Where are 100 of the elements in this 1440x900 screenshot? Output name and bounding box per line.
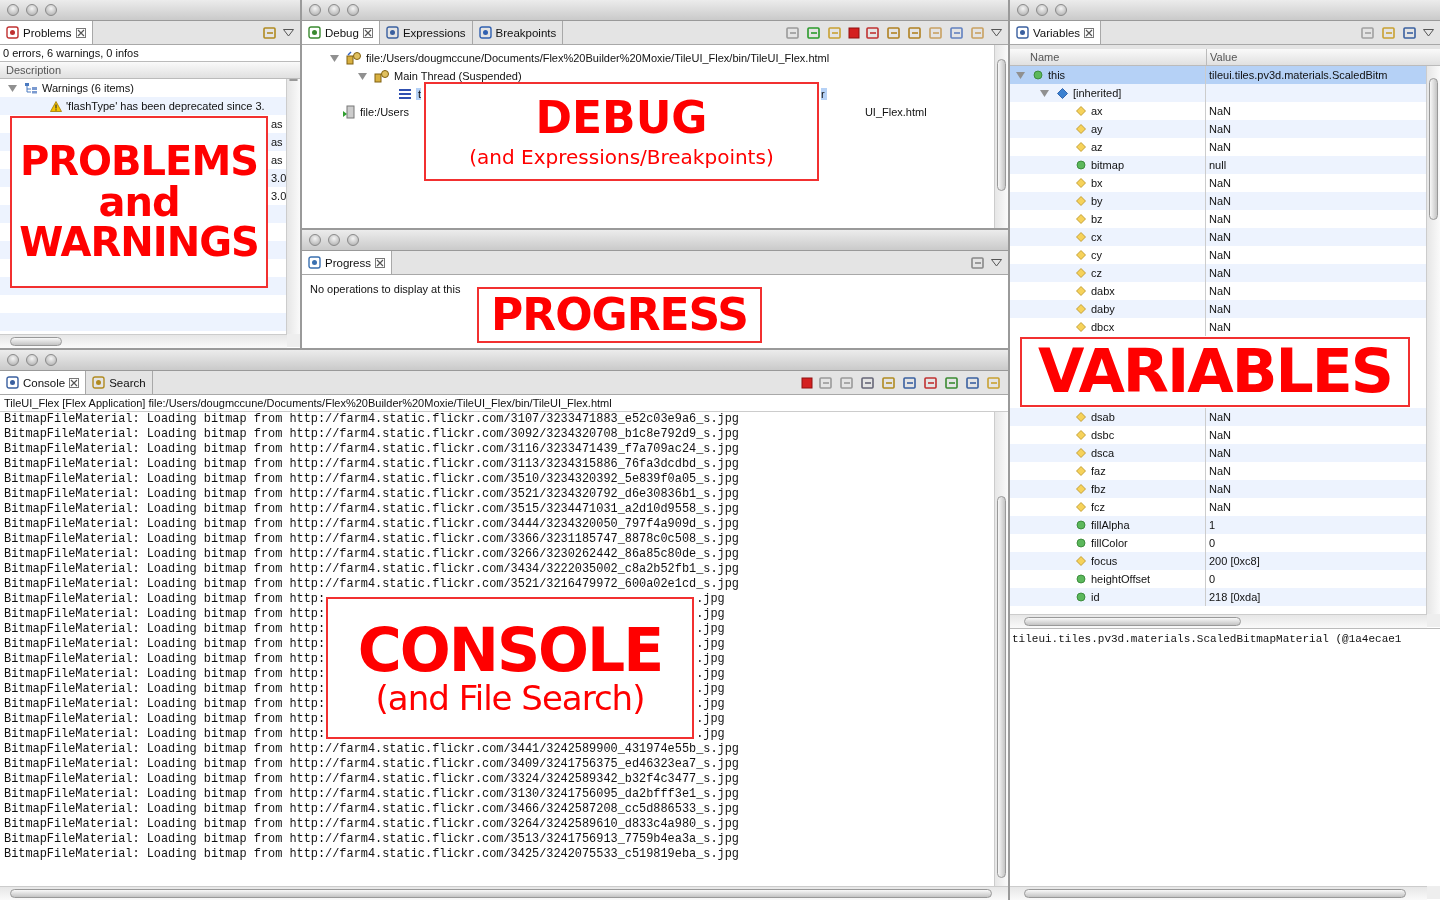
window-zoom-button[interactable] <box>347 234 359 246</box>
variable-name: ax <box>1091 105 1103 117</box>
variable-row[interactable]: id 218 [0xda] <box>1010 588 1426 606</box>
view-menu-icon[interactable] <box>991 258 1002 267</box>
view-tab[interactable]: Debug <box>302 21 380 44</box>
variable-row[interactable]: this tileui.tiles.pv3d.materials.ScaledBitm <box>1010 66 1426 84</box>
view-menu-icon[interactable] <box>1423 28 1434 37</box>
expanded-arrow-icon[interactable] <box>8 83 17 93</box>
window-zoom-button[interactable] <box>1055 4 1067 16</box>
window-minimize-button[interactable] <box>1036 4 1048 16</box>
window-minimize-button[interactable] <box>328 4 340 16</box>
debug-tree-item[interactable]: file:/Users/dougmccune/Documents/Flex%20Builder%20Moxie/TileUI_Flex/bin/TileUI_Flex.html <box>366 52 830 64</box>
vertical-scrollbar[interactable] <box>286 79 300 334</box>
close-icon[interactable] <box>362 27 373 38</box>
tree-group-icon <box>24 82 38 94</box>
scroll-thumb[interactable] <box>10 337 62 346</box>
variable-name: dbcx <box>1091 321 1115 333</box>
horizontal-scrollbar[interactable] <box>1010 614 1427 628</box>
variable-row[interactable]: ay NaN <box>1010 120 1426 138</box>
window-minimize-button[interactable] <box>26 4 38 16</box>
close-icon[interactable] <box>75 27 86 38</box>
view-menu-icon[interactable] <box>283 28 294 37</box>
column-header[interactable]: Description <box>0 64 62 76</box>
stop-icon[interactable] <box>848 26 860 39</box>
variable-value: NaN <box>1209 105 1231 117</box>
resize-grip[interactable] <box>287 334 300 347</box>
variable-value: NaN <box>1209 141 1231 153</box>
variable-value: 0 <box>1209 537 1216 549</box>
window-minimize-button[interactable] <box>328 234 340 246</box>
window-close-button[interactable] <box>7 354 19 366</box>
variable-name: by <box>1091 195 1103 207</box>
window-zoom-button[interactable] <box>45 354 57 366</box>
window-minimize-button[interactable] <box>26 354 38 366</box>
scroll-thumb[interactable] <box>1024 889 1406 898</box>
window-close-button[interactable] <box>7 4 19 16</box>
expanded-arrow-icon[interactable] <box>1040 88 1049 98</box>
window-close-button[interactable] <box>1017 4 1029 16</box>
vertical-scrollbar[interactable] <box>1426 66 1440 614</box>
debug-tree-item[interactable]: r <box>821 88 827 100</box>
variable-row[interactable]: bitmap null <box>1010 156 1426 174</box>
variable-name: bz <box>1091 213 1103 225</box>
console-line: BitmapFileMaterial: Loading bitmap from http://farm4.static.flickr.com/3521/3234320792_d6e30836b1_s.jpg <box>3 487 740 502</box>
view-tab[interactable]: Problems <box>0 21 93 44</box>
warning-message[interactable]: 3.0 <box>271 172 286 184</box>
warning-message[interactable]: 3.0 <box>271 190 286 202</box>
scroll-thumb[interactable] <box>997 496 1006 878</box>
variable-row[interactable]: cz NaN <box>1010 264 1426 282</box>
expanded-arrow-icon[interactable] <box>1016 70 1025 80</box>
expanded-arrow-icon[interactable] <box>330 53 339 63</box>
horizontal-scrollbar[interactable] <box>0 886 1008 900</box>
scroll-thumb[interactable] <box>1429 78 1438 220</box>
vertical-scrollbar[interactable] <box>994 412 1008 886</box>
variable-row[interactable]: fbz NaN <box>1010 480 1426 498</box>
debug-tree-item[interactable]: UI_Flex.html <box>864 106 927 118</box>
warning-message[interactable]: as <box>271 136 283 148</box>
scroll-thumb[interactable] <box>10 889 992 898</box>
variable-value: NaN <box>1209 231 1231 243</box>
variable-name: dsbc <box>1091 429 1115 441</box>
debug-tree-item[interactable]: Main Thread (Suspended) <box>394 70 522 82</box>
variable-row[interactable]: focus 200 [0xc8] <box>1010 552 1426 570</box>
variable-row[interactable]: dsca NaN <box>1010 444 1426 462</box>
variable-name: dabx <box>1091 285 1115 297</box>
variable-row[interactable]: by NaN <box>1010 192 1426 210</box>
window-close-button[interactable] <box>309 234 321 246</box>
view-tab[interactable]: Console <box>0 371 87 394</box>
view-tab[interactable]: Variables <box>1010 21 1102 44</box>
window-zoom-button[interactable] <box>45 4 57 16</box>
scroll-thumb[interactable] <box>1024 617 1241 626</box>
debug-tree-item[interactable]: file:/Users <box>360 106 409 118</box>
warning-message[interactable]: as <box>271 154 283 166</box>
close-icon[interactable] <box>69 377 80 388</box>
variable-row[interactable]: fillAlpha 1 <box>1010 516 1426 534</box>
variable-row[interactable]: dbcx NaN <box>1010 318 1426 336</box>
stop-icon[interactable] <box>801 376 813 389</box>
variable-name: focus <box>1091 555 1118 567</box>
variable-name: fillColor <box>1091 537 1128 549</box>
variable-row[interactable]: daby NaN <box>1010 300 1426 318</box>
variable-row[interactable]: [inherited] <box>1010 84 1426 102</box>
column-header[interactable]: Value <box>1206 49 1440 65</box>
horizontal-scrollbar[interactable] <box>0 334 287 348</box>
variable-name: [inherited] <box>1073 87 1122 99</box>
variable-row[interactable]: dsab NaN <box>1010 408 1426 426</box>
tree-group-label[interactable]: Warnings (6 items) <box>42 82 134 94</box>
view-menu-icon[interactable] <box>991 28 1002 37</box>
column-header[interactable]: Name <box>1010 49 1206 65</box>
scroll-thumb[interactable] <box>997 59 1006 191</box>
annotation-text: PROGRESS <box>491 292 748 338</box>
close-icon[interactable] <box>1084 27 1095 38</box>
window-zoom-button[interactable] <box>347 4 359 16</box>
debug-tree-item[interactable]: t <box>416 88 422 100</box>
expanded-arrow-icon[interactable] <box>358 71 367 81</box>
close-icon[interactable] <box>375 257 386 268</box>
diamond-icon <box>1057 87 1068 99</box>
horizontal-scrollbar[interactable] <box>1010 886 1427 900</box>
window-close-button[interactable] <box>309 4 321 16</box>
view-tab[interactable]: Progress <box>302 251 393 274</box>
warning-message[interactable]: as <box>271 118 283 130</box>
scroll-thumb[interactable] <box>289 79 298 81</box>
vertical-scrollbar[interactable] <box>994 45 1008 228</box>
variable-row[interactable]: cx NaN <box>1010 228 1426 246</box>
